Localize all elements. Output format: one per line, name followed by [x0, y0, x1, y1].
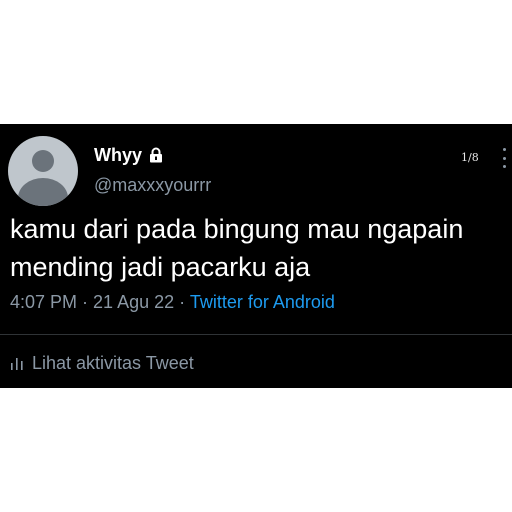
view-tweet-activity-label: Lihat aktivitas Tweet [32, 352, 194, 373]
avatar-head-shape [32, 150, 54, 172]
meta-separator: · [77, 292, 94, 312]
avatar-body-shape [18, 178, 68, 206]
avatar[interactable] [8, 136, 78, 206]
tweet-card: Whyy @maxxxyourrr 1/8 kamu dari pada bin… [0, 124, 512, 388]
more-dot [502, 165, 506, 168]
more-icon[interactable] [500, 148, 508, 168]
page-indicator: 1/8 [461, 151, 479, 164]
tweet-text: kamu dari pada bingung mau ngapain mendi… [10, 214, 464, 282]
view-tweet-activity-button[interactable]: Lihat aktivitas Tweet [10, 352, 194, 374]
display-name-row: Whyy [94, 144, 164, 166]
lock-icon [150, 147, 163, 163]
meta-separator: · [174, 292, 190, 312]
divider [0, 334, 512, 335]
more-dot [502, 156, 506, 160]
tweet-time[interactable]: 4:07 PM [10, 292, 77, 312]
tweet-date[interactable]: 21 Agu 22 [93, 292, 174, 312]
tweet-meta: 4:07 PM · 21 Agu 22 · Twitter for Androi… [10, 292, 335, 313]
display-name[interactable]: Whyy [94, 145, 142, 166]
tweet-source-link[interactable]: Twitter for Android [190, 292, 335, 312]
more-dot [502, 148, 506, 151]
user-handle[interactable]: @maxxxyourrr [94, 175, 211, 196]
bar-chart-icon [11, 358, 23, 370]
